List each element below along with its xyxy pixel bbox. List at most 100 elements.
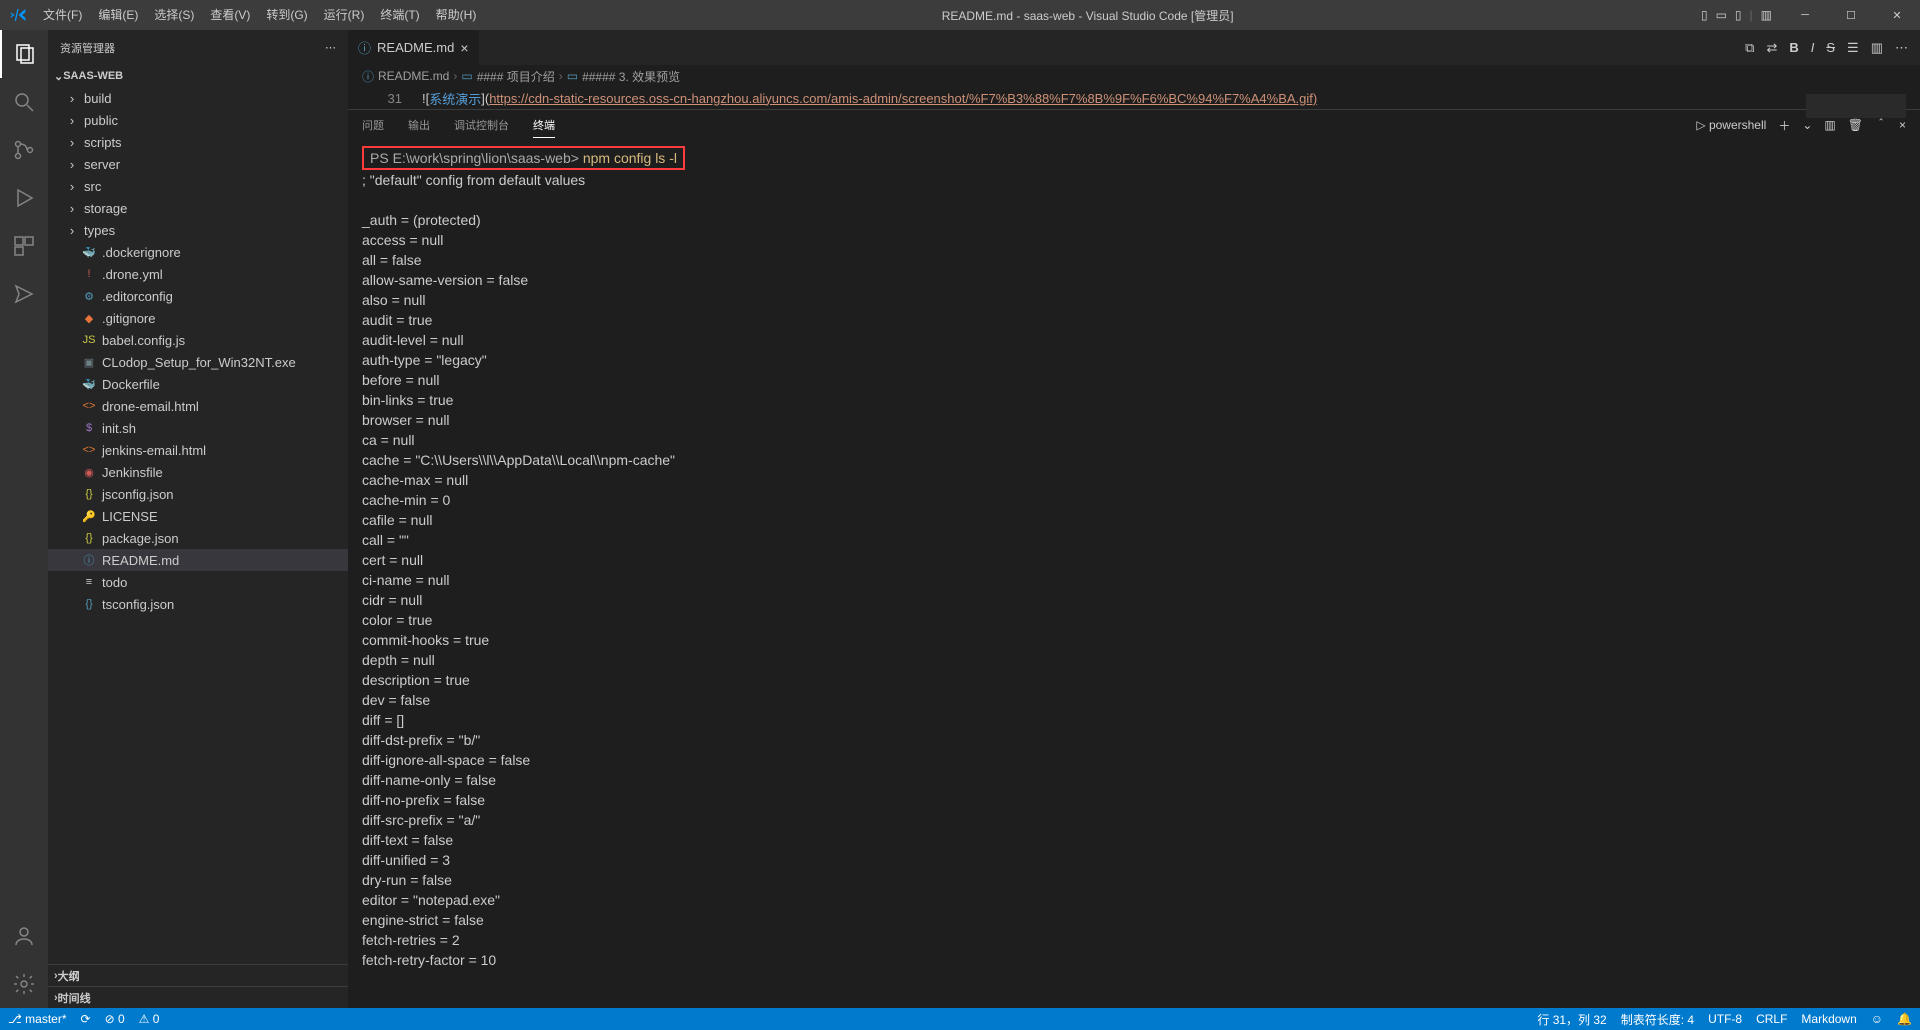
- folder-storage[interactable]: ›storage: [48, 197, 348, 219]
- menu-bar: 文件(F) 编辑(E) 选择(S) 查看(V) 转到(G) 运行(R) 终端(T…: [35, 0, 484, 30]
- new-terminal-icon[interactable]: ＋: [1778, 117, 1790, 134]
- more-actions-icon[interactable]: ⋯: [1895, 40, 1908, 56]
- folder-build[interactable]: ›build: [48, 87, 348, 109]
- breadcrumb[interactable]: ⓘ README.md › ▭ #### 项目介绍 › ▭ ##### 3. 效…: [348, 65, 1920, 87]
- activity-scm[interactable]: [0, 126, 48, 174]
- file-README.md[interactable]: ⓘREADME.md: [48, 549, 348, 571]
- file-init.sh[interactable]: $init.sh: [48, 417, 348, 439]
- status-branch[interactable]: ⎇ master*: [8, 1012, 67, 1026]
- file-babel.config.js[interactable]: JSbabel.config.js: [48, 329, 348, 351]
- status-language[interactable]: Markdown: [1801, 1012, 1856, 1026]
- status-eol[interactable]: CRLF: [1756, 1012, 1787, 1026]
- status-warnings[interactable]: ⚠ 0: [139, 1012, 160, 1026]
- activity-explorer[interactable]: [0, 30, 48, 78]
- split-editor-icon[interactable]: ▥: [1871, 40, 1883, 56]
- chevron-right-icon: ›: [64, 113, 80, 128]
- gear-icon: ⚙: [80, 290, 98, 303]
- activity-account[interactable]: [0, 912, 48, 960]
- info-icon: ⓘ: [362, 68, 374, 85]
- chevron-right-icon: ›: [64, 223, 80, 238]
- panel-tab-problems[interactable]: 问题: [362, 117, 384, 133]
- kill-terminal-icon[interactable]: 🗑: [1848, 118, 1863, 132]
- folder-server[interactable]: ›server: [48, 153, 348, 175]
- layout-customize-icon[interactable]: ▥: [1761, 8, 1772, 22]
- folder-types[interactable]: ›types: [48, 219, 348, 241]
- terminal-shell-selector[interactable]: ▷ powershell: [1696, 118, 1766, 132]
- file-.editorconfig[interactable]: ⚙.editorconfig: [48, 285, 348, 307]
- menu-file[interactable]: 文件(F): [35, 0, 90, 30]
- activity-run-debug[interactable]: [0, 174, 48, 222]
- activity-remote[interactable]: [0, 270, 48, 318]
- italic-icon[interactable]: I: [1811, 40, 1815, 55]
- chevron-right-icon: ›: [64, 157, 80, 172]
- editor-tab-readme[interactable]: ⓘ README.md ×: [348, 30, 480, 65]
- layout-panel-left-icon[interactable]: ▯: [1701, 8, 1708, 22]
- menu-view[interactable]: 查看(V): [202, 0, 258, 30]
- menu-selection[interactable]: 选择(S): [146, 0, 202, 30]
- folder-scripts[interactable]: ›scripts: [48, 131, 348, 153]
- list-icon[interactable]: ☰: [1847, 40, 1859, 56]
- file-package.json[interactable]: {}package.json: [48, 527, 348, 549]
- window-minimize-button[interactable]: ─: [1782, 0, 1828, 30]
- activity-extensions[interactable]: [0, 222, 48, 270]
- chevron-down-icon: ⌄: [54, 70, 63, 83]
- file-Dockerfile[interactable]: 🐳Dockerfile: [48, 373, 348, 395]
- layout-panel-right-icon[interactable]: ▯: [1735, 8, 1742, 22]
- outline-section[interactable]: › 大纲: [48, 964, 348, 986]
- close-icon[interactable]: ×: [460, 40, 468, 56]
- timeline-section[interactable]: › 时间线: [48, 986, 348, 1008]
- folder-src[interactable]: ›src: [48, 175, 348, 197]
- explorer-more-icon[interactable]: ⋯: [325, 41, 336, 54]
- app-logo-icon: [0, 7, 35, 23]
- compare-icon[interactable]: ⇄: [1766, 40, 1777, 56]
- split-terminal-icon[interactable]: ▥: [1824, 118, 1835, 132]
- panel: 问题 输出 调试控制台 终端 ▷ powershell ＋ ⌄ ▥ 🗑 ＾ × …: [348, 109, 1920, 1008]
- panel-tab-debug[interactable]: 调试控制台: [454, 117, 509, 133]
- menu-help[interactable]: 帮助(H): [428, 0, 485, 30]
- chevron-right-icon: ›: [64, 91, 80, 106]
- maximize-panel-icon[interactable]: ＾: [1875, 117, 1887, 134]
- menu-terminal[interactable]: 终端(T): [372, 0, 427, 30]
- open-preview-icon[interactable]: ⧉: [1745, 40, 1754, 56]
- bold-icon[interactable]: B: [1789, 40, 1798, 55]
- heading-icon: ▭: [567, 69, 578, 83]
- activity-search[interactable]: [0, 78, 48, 126]
- status-feedback-icon[interactable]: ☺: [1871, 1012, 1883, 1026]
- menu-go[interactable]: 转到(G): [258, 0, 315, 30]
- file-.dockerignore[interactable]: 🐳.dockerignore: [48, 241, 348, 263]
- file-.gitignore[interactable]: ◆.gitignore: [48, 307, 348, 329]
- window-close-button[interactable]: ✕: [1874, 0, 1920, 30]
- file-Jenkinsfile[interactable]: ◉Jenkinsfile: [48, 461, 348, 483]
- status-errors[interactable]: ⊘ 0: [105, 1012, 125, 1026]
- file-drone-email.html[interactable]: <>drone-email.html: [48, 395, 348, 417]
- status-tabsize[interactable]: 制表符长度: 4: [1621, 1011, 1694, 1028]
- layout-panel-bottom-icon[interactable]: ▭: [1716, 8, 1727, 22]
- file-jenkins-email.html[interactable]: <>jenkins-email.html: [48, 439, 348, 461]
- menu-run[interactable]: 运行(R): [316, 0, 373, 30]
- status-bell-icon[interactable]: 🔔: [1897, 1012, 1912, 1026]
- yml-icon: !: [80, 268, 98, 280]
- file-.drone.yml[interactable]: !.drone.yml: [48, 263, 348, 285]
- panel-tab-terminal[interactable]: 终端: [533, 117, 555, 138]
- window-maximize-button[interactable]: ☐: [1828, 0, 1874, 30]
- status-sync[interactable]: ⟳: [81, 1012, 91, 1026]
- status-encoding[interactable]: UTF-8: [1708, 1012, 1742, 1026]
- close-panel-icon[interactable]: ×: [1899, 118, 1906, 132]
- terminal-content[interactable]: PS E:\work\spring\lion\saas-web> npm con…: [348, 140, 1920, 1008]
- minimap[interactable]: [1806, 94, 1906, 118]
- file-CLodop_Setup_for_Win32NT.exe[interactable]: ▣CLodop_Setup_for_Win32NT.exe: [48, 351, 348, 373]
- menu-edit[interactable]: 编辑(E): [90, 0, 146, 30]
- activity-settings[interactable]: [0, 960, 48, 1008]
- file-jsconfig.json[interactable]: {}jsconfig.json: [48, 483, 348, 505]
- file-LICENSE[interactable]: 🔑LICENSE: [48, 505, 348, 527]
- strikethrough-icon[interactable]: S: [1826, 40, 1835, 55]
- status-cursor[interactable]: 行 31，列 32: [1537, 1011, 1606, 1028]
- terminal-dropdown-icon[interactable]: ⌄: [1802, 118, 1812, 132]
- file-tsconfig.json[interactable]: {}tsconfig.json: [48, 593, 348, 615]
- js-icon: JS: [80, 334, 98, 346]
- panel-tab-output[interactable]: 输出: [408, 117, 430, 133]
- file-todo[interactable]: ≡todo: [48, 571, 348, 593]
- editor-line[interactable]: 31 ![系统演示](https://cdn-static-resources.…: [348, 87, 1920, 109]
- folder-public[interactable]: ›public: [48, 109, 348, 131]
- workspace-root[interactable]: ⌄ SAAS-WEB: [48, 65, 348, 87]
